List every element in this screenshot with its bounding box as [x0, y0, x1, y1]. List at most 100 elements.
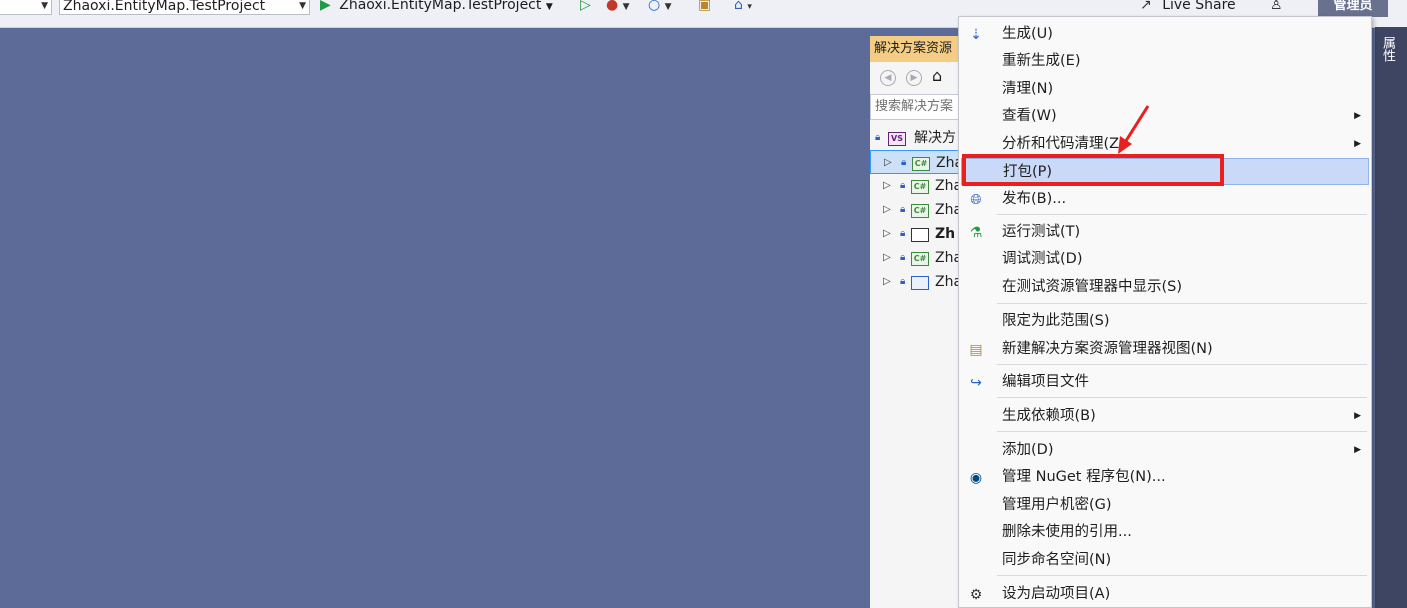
menu-item-label: 查看(W): [1002, 108, 1057, 124]
properties-tab[interactable]: 属性: [1378, 36, 1396, 62]
csharp-project-icon: C#: [911, 204, 929, 218]
project-row[interactable]: ▷ 🔒︎ C# Zha: [870, 174, 960, 198]
menu-item-label: 新建解决方案资源管理器视图(N): [1002, 341, 1213, 357]
test-project-icon: [911, 228, 929, 242]
menu-item-10[interactable]: 限定为此范围(S): [961, 308, 1369, 335]
solution-search-input[interactable]: 搜索解决方案: [870, 94, 960, 120]
chevron-down-icon: ▼: [41, 1, 48, 11]
folder-search-icon: ▣: [698, 0, 712, 13]
solution-explorer-title[interactable]: 解决方案资源: [870, 36, 960, 62]
play-icon: ▶: [320, 0, 331, 13]
play-outline-icon: ▷: [580, 0, 591, 13]
menu-item-4[interactable]: 分析和代码清理(Z) ▶: [961, 131, 1369, 158]
project-row[interactable]: ▷ 🔒︎ C# Zha: [870, 246, 960, 270]
publish-globe-icon: 🌐︎: [970, 192, 982, 208]
menu-item-7[interactable]: ⚗ 运行测试(T): [961, 219, 1369, 246]
project-row[interactable]: ▷ 🔒︎ C# Zha: [870, 198, 960, 222]
start-debug-button[interactable]: ▶ Zhaoxi.EntityMap.TestProject ▼: [320, 0, 553, 15]
menu-item-18[interactable]: 同步命名空间(N): [961, 547, 1369, 574]
person-icon: ♙: [1270, 0, 1283, 13]
build-icon: ⇣: [970, 27, 982, 43]
live-share-label: Live Share: [1162, 0, 1236, 13]
expand-arrow-icon[interactable]: ▷: [884, 151, 892, 175]
startup-project-combo[interactable]: Zhaoxi.EntityMap.TestProject ▼: [59, 0, 310, 15]
menu-separator: [997, 364, 1367, 365]
lock-icon: 🔒︎: [901, 157, 907, 168]
project-row[interactable]: ▷ 🔒︎ Zh: [870, 222, 960, 246]
hot-reload-button[interactable]: ● ▼: [606, 0, 630, 15]
project-row[interactable]: ▷ 🔒︎ C# Zha: [870, 150, 960, 174]
chevron-down-icon: ▼: [545, 2, 553, 12]
csharp-project-icon: C#: [911, 180, 929, 194]
fire-icon: ●: [606, 0, 619, 13]
menu-item-1[interactable]: 重新生成(E): [961, 48, 1369, 75]
annotation-arrow-icon: [1118, 105, 1150, 154]
menu-item-9[interactable]: 在测试资源管理器中显示(S): [961, 274, 1369, 301]
menu-item-label: 添加(D): [1002, 442, 1054, 458]
menu-item-6[interactable]: 🌐︎ 发布(B)...: [961, 186, 1369, 213]
menu-item-0[interactable]: ⇣ 生成(U): [961, 21, 1369, 48]
chevron-down-icon: ▼: [622, 2, 630, 12]
lock-icon: 🔒︎: [900, 252, 906, 263]
lock-icon: 🔒︎: [900, 180, 906, 191]
project-label: Zha: [935, 250, 960, 266]
menu-item-2[interactable]: 清理(N): [961, 76, 1369, 103]
chevron-down-icon: ▼: [664, 2, 672, 12]
menu-item-label: 设为启动项目(A): [1002, 586, 1111, 602]
menu-item-label: 重新生成(E): [1002, 53, 1081, 69]
expand-arrow-icon[interactable]: ▷: [883, 246, 891, 270]
expand-arrow-icon[interactable]: ▷: [883, 270, 891, 294]
menu-separator: [997, 214, 1367, 215]
expand-arrow-icon[interactable]: ▷: [883, 174, 891, 198]
home-window-icon: ⌂: [734, 0, 743, 13]
menu-item-12[interactable]: ↪ 编辑项目文件: [961, 369, 1369, 396]
expand-arrow-icon[interactable]: ▷: [883, 198, 891, 222]
solution-root-label: 解决方: [914, 130, 956, 146]
lock-icon: 🔒︎: [875, 132, 881, 143]
nuget-icon: ◉: [969, 470, 983, 486]
menu-item-11[interactable]: ▤ 新建解决方案资源管理器视图(N): [961, 336, 1369, 363]
start-without-debug-button[interactable]: ▷: [580, 0, 591, 15]
lock-icon: 🔒︎: [900, 228, 906, 239]
menu-item-17[interactable]: 删除未使用的引用...: [961, 519, 1369, 546]
back-icon[interactable]: ◀: [880, 70, 896, 86]
home-icon[interactable]: ⌂: [932, 66, 942, 85]
menu-item-label: 删除未使用的引用...: [1002, 524, 1132, 540]
menu-item-15[interactable]: ◉ 管理 NuGet 程序包(N)...: [961, 464, 1369, 491]
submenu-arrow-icon: ▶: [1354, 411, 1361, 421]
forward-icon[interactable]: ▶: [906, 70, 922, 86]
menu-separator: [997, 397, 1367, 398]
menu-item-19[interactable]: ⚙ 设为启动项目(A): [961, 581, 1369, 608]
submenu-arrow-icon: ▶: [1354, 111, 1361, 121]
solution-root-row[interactable]: 🔒︎ VS 解决方: [870, 126, 960, 150]
run-target-label: Zhaoxi.EntityMap.TestProject: [339, 0, 542, 13]
menu-item-3[interactable]: 查看(W) ▶: [961, 103, 1369, 130]
menu-separator: [997, 431, 1367, 432]
solution-explorer-toolbar: ◀ ▶ ⌂: [870, 62, 960, 92]
right-dock-strip: [1375, 27, 1407, 608]
configuration-combo[interactable]: ▼: [0, 0, 52, 15]
solution-folder-button[interactable]: ▣: [698, 0, 711, 15]
edit-project-file-icon: ↪: [970, 375, 982, 391]
menu-item-label: 分析和代码清理(Z): [1002, 136, 1125, 152]
lock-icon: 🔒︎: [900, 276, 906, 287]
menu-item-label: 打包(P): [1003, 164, 1053, 180]
menu-item-13[interactable]: 生成依赖项(B) ▶: [961, 403, 1369, 430]
browser-link-button[interactable]: ○ ▼: [648, 0, 672, 15]
menu-item-16[interactable]: 管理用户机密(G): [961, 492, 1369, 519]
project-label: Zha: [935, 178, 960, 194]
new-view-icon: ▤: [969, 342, 983, 358]
menu-item-14[interactable]: 添加(D) ▶: [961, 437, 1369, 464]
project-context-menu: ⇣ 生成(U) 重新生成(E) 清理(N) 查看(W) ▶ 分析和代码清理(Z) ▶ 打包(P)…: [958, 16, 1372, 608]
startup-project-label: Zhaoxi.EntityMap.TestProject: [63, 0, 266, 14]
live-share-button[interactable]: ↗ Live Share: [1140, 0, 1236, 15]
project-row[interactable]: ▷ 🔒︎ Zha: [870, 270, 960, 294]
menu-item-label: 管理 NuGet 程序包(N)...: [1002, 469, 1166, 485]
menu-item-8[interactable]: 调试测试(D): [961, 246, 1369, 273]
window-layout-button[interactable]: ⌂ ▾: [734, 0, 752, 15]
account-button[interactable]: ♙: [1270, 0, 1283, 15]
expand-arrow-icon[interactable]: ▷: [883, 222, 891, 246]
menu-item-5[interactable]: 打包(P): [961, 158, 1369, 185]
project-label: Zha: [936, 155, 960, 171]
project-label: Zha: [935, 274, 960, 290]
